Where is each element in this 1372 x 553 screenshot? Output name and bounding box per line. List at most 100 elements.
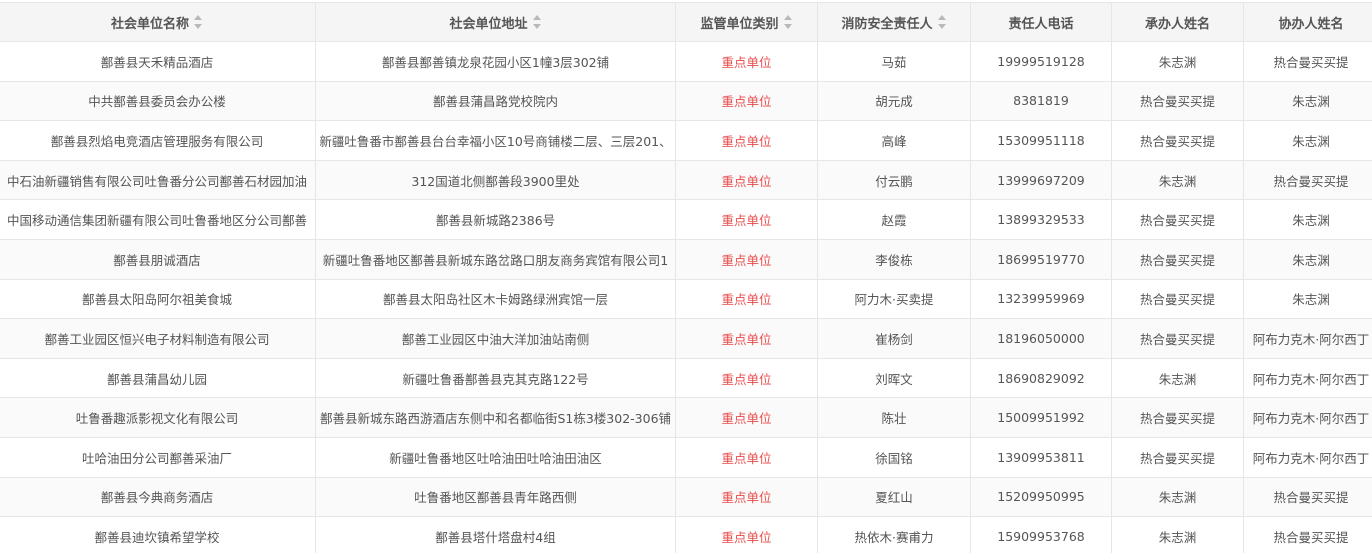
sort-icon[interactable] [937,15,947,29]
table-body: 鄯善县天禾精品酒店 鄯善县鄯善镇龙泉花园小区1幢3层302铺 重点单位 马茹 19999… [0,41,1372,553]
cell-unit-address: 新疆吐鲁番市鄯善县台台幸福小区10号商铺楼二层、三层201、 [315,120,676,161]
cell-unit-name: 鄯善县迪坎镇希望学校 [0,516,316,553]
cell-fire-safety-contact: 付云鹏 [817,159,971,201]
column-header-label: 监管单位类别 [700,16,779,32]
cell-fire-safety-contact: 夏红山 [817,476,971,518]
cell-contact-phone: 18690829092 [970,357,1112,399]
table-header: 社会单位名称 社会单位地址 监管单位类别 消防安全责任人 责任人电话 承办人姓名 [0,2,1372,42]
cell-unit-name: 中石油新疆销售有限公司吐鲁番分公司鄯善石材园加油 [0,159,316,201]
table-row[interactable]: 鄯善县迪坎镇希望学校 鄯善县塔什塔盘村4组 重点单位 热依木·赛甫力 159099537… [0,516,1372,553]
cell-unit-type: 重点单位 [675,199,818,240]
cell-unit-type: 重点单位 [675,80,818,122]
cell-unit-type: 重点单位 [675,159,818,201]
cell-unit-address: 新疆吐鲁番地区吐哈油田吐哈油田油区 [315,436,676,478]
cell-unit-name: 鄯善县太阳岛阿尔祖美食城 [0,278,316,320]
column-header-label: 责任人电话 [1008,16,1074,32]
cell-handler-name: 朱志渊 [1111,476,1244,518]
table-row[interactable]: 中国移动通信集团新疆有限公司吐鲁番地区分公司鄯善 鄯善县新城路2386号 重点单位赵… [0,199,1372,240]
cell-contact-phone: 19999519128 [970,41,1112,82]
cell-contact-phone: 15009951992 [970,397,1112,438]
cell-assistant-name: 热合曼买买提 [1243,159,1372,201]
table-row[interactable]: 鄯善县天禾精品酒店 鄯善县鄯善镇龙泉花园小区1幢3层302铺 重点单位 马茹 19999… [0,41,1372,82]
cell-unit-address: 吐鲁番地区鄯善县青年路西侧 [315,476,676,518]
cell-handler-name: 热合曼买买提 [1111,318,1244,359]
cell-unit-type: 重点单位 [675,436,818,478]
cell-fire-safety-contact: 阿力木·买卖提 [817,278,971,320]
cell-handler-name: 热合曼买买提 [1111,120,1244,161]
cell-unit-address: 鄯善县塔什塔盘村4组 [315,516,676,553]
cell-handler-name: 热合曼买买提 [1111,199,1244,240]
cell-unit-address: 鄯善县太阳岛社区木卡姆路绿洲宾馆一层 [315,278,676,320]
table-row[interactable]: 中石油新疆销售有限公司吐鲁番分公司鄯善石材园加油 312国道北侧鄯善段3900里处… [0,159,1372,201]
cell-unit-type: 重点单位 [675,357,818,399]
cell-handler-name: 朱志渊 [1111,159,1244,201]
sort-icon[interactable] [194,15,203,29]
cell-unit-address: 鄯善工业园区中油大洋加油站南侧 [315,318,676,359]
cell-handler-name: 朱志渊 [1111,516,1244,553]
table-row[interactable]: 鄯善县蒲昌幼儿园 新疆吐鲁番鄯善县克其克路122号 重点单位 刘晖文 186908290… [0,357,1372,399]
table-row[interactable]: 鄯善县烈焰电竞酒店管理服务有限公司 新疆吐鲁番市鄯善县台台幸福小区10号商铺楼二层… [0,120,1372,161]
table-row[interactable]: 吐哈油田分公司鄯善采油厂 新疆吐鲁番地区吐哈油田吐哈油田油区 重点单位 徐国铭 1390… [0,436,1372,478]
table-row[interactable]: 鄯善县太阳岛阿尔祖美食城 鄯善县太阳岛社区木卡姆路绿洲宾馆一层 重点单位 阿力木·买卖… [0,278,1372,320]
table-row[interactable]: 鄯善县今典商务酒店 吐鲁番地区鄯善县青年路西侧 重点单位 夏红山 15209950995… [0,476,1372,518]
social-unit-table-container: 社会单位名称 社会单位地址 监管单位类别 消防安全责任人 责任人电话 承办人姓名 [0,0,1372,553]
cell-fire-safety-contact: 高峰 [817,120,971,161]
column-header-label: 消防安全责任人 [841,16,933,32]
cell-handler-name: 朱志渊 [1111,41,1244,82]
column-header-assistant-name[interactable]: 协办人姓名 [1243,2,1372,42]
column-header-fire-safety-contact[interactable]: 消防安全责任人 [817,2,971,42]
cell-unit-type: 重点单位 [675,516,818,553]
cell-unit-name: 鄯善县朋诚酒店 [0,238,316,280]
column-header-handler-name[interactable]: 承办人姓名 [1111,2,1244,42]
cell-unit-address: 鄯善县蒲昌路党校院内 [315,80,676,122]
cell-unit-type: 重点单位 [675,120,818,161]
cell-contact-phone: 15909953768 [970,516,1112,553]
column-header-unit-address[interactable]: 社会单位地址 [315,2,676,42]
cell-unit-type: 重点单位 [675,238,818,280]
cell-contact-phone: 15209950995 [970,476,1112,518]
cell-assistant-name: 朱志渊 [1243,80,1372,122]
column-header-contact-phone[interactable]: 责任人电话 [970,2,1112,42]
cell-fire-safety-contact: 崔杨剑 [817,318,971,359]
cell-unit-name: 吐哈油田分公司鄯善采油厂 [0,436,316,478]
cell-unit-name: 鄯善工业园区恒兴电子材料制造有限公司 [0,318,316,359]
column-header-label: 社会单位名称 [110,16,189,32]
cell-contact-phone: 18196050000 [970,318,1112,359]
cell-unit-address: 新疆吐鲁番地区鄯善县新城东路岔路口朋友商务宾馆有限公司1 [315,238,676,280]
cell-handler-name: 热合曼买买提 [1111,238,1244,280]
cell-fire-safety-contact: 陈壮 [817,397,971,438]
cell-handler-name: 热合曼买买提 [1111,397,1244,438]
table-row[interactable]: 中共鄯善县委员会办公楼 鄯善县蒲昌路党校院内 重点单位 胡元成 8381819 热合曼买买… [0,80,1372,122]
cell-assistant-name: 朱志渊 [1243,278,1372,320]
cell-assistant-name: 朱志渊 [1243,120,1372,161]
cell-assistant-name: 阿布力克木·阿尔西丁 [1243,357,1372,399]
cell-handler-name: 热合曼买买提 [1111,278,1244,320]
cell-unit-address: 鄯善县鄯善镇龙泉花园小区1幢3层302铺 [315,41,676,82]
cell-contact-phone: 13999697209 [970,159,1112,201]
cell-contact-phone: 15309951118 [970,120,1112,161]
column-header-unit-name[interactable]: 社会单位名称 [0,2,316,42]
cell-contact-phone: 13899329533 [970,199,1112,240]
cell-fire-safety-contact: 热依木·赛甫力 [817,516,971,553]
sort-icon[interactable] [532,15,542,29]
cell-handler-name: 朱志渊 [1111,357,1244,399]
table-row[interactable]: 吐鲁番趣派影视文化有限公司 鄯善县新城东路西游酒店东侧中和名都临街S1栋3楼302… [0,397,1372,438]
sort-icon[interactable] [783,15,793,29]
cell-unit-name: 吐鲁番趣派影视文化有限公司 [0,397,316,438]
cell-fire-safety-contact: 徐国铭 [817,436,971,478]
cell-contact-phone: 8381819 [970,80,1112,122]
column-header-label: 承办人姓名 [1144,16,1210,32]
table-row[interactable]: 鄯善县朋诚酒店 新疆吐鲁番地区鄯善县新城东路岔路口朋友商务宾馆有限公司1 重点单位李… [0,238,1372,280]
cell-unit-address: 新疆吐鲁番鄯善县克其克路122号 [315,357,676,399]
column-header-unit-type[interactable]: 监管单位类别 [675,2,818,42]
cell-fire-safety-contact: 赵霞 [817,199,971,240]
cell-assistant-name: 热合曼买买提 [1243,476,1372,518]
cell-assistant-name: 阿布力克木·阿尔西丁 [1243,397,1372,438]
cell-contact-phone: 18699519770 [970,238,1112,280]
cell-handler-name: 热合曼买买提 [1111,80,1244,122]
table-row[interactable]: 鄯善工业园区恒兴电子材料制造有限公司 鄯善工业园区中油大洋加油站南侧 重点单位 崔杨剑… [0,318,1372,359]
cell-fire-safety-contact: 刘晖文 [817,357,971,399]
cell-assistant-name: 阿布力克木·阿尔西丁 [1243,436,1372,478]
cell-unit-name: 中共鄯善县委员会办公楼 [0,80,316,122]
column-header-label: 协办人姓名 [1278,16,1344,32]
